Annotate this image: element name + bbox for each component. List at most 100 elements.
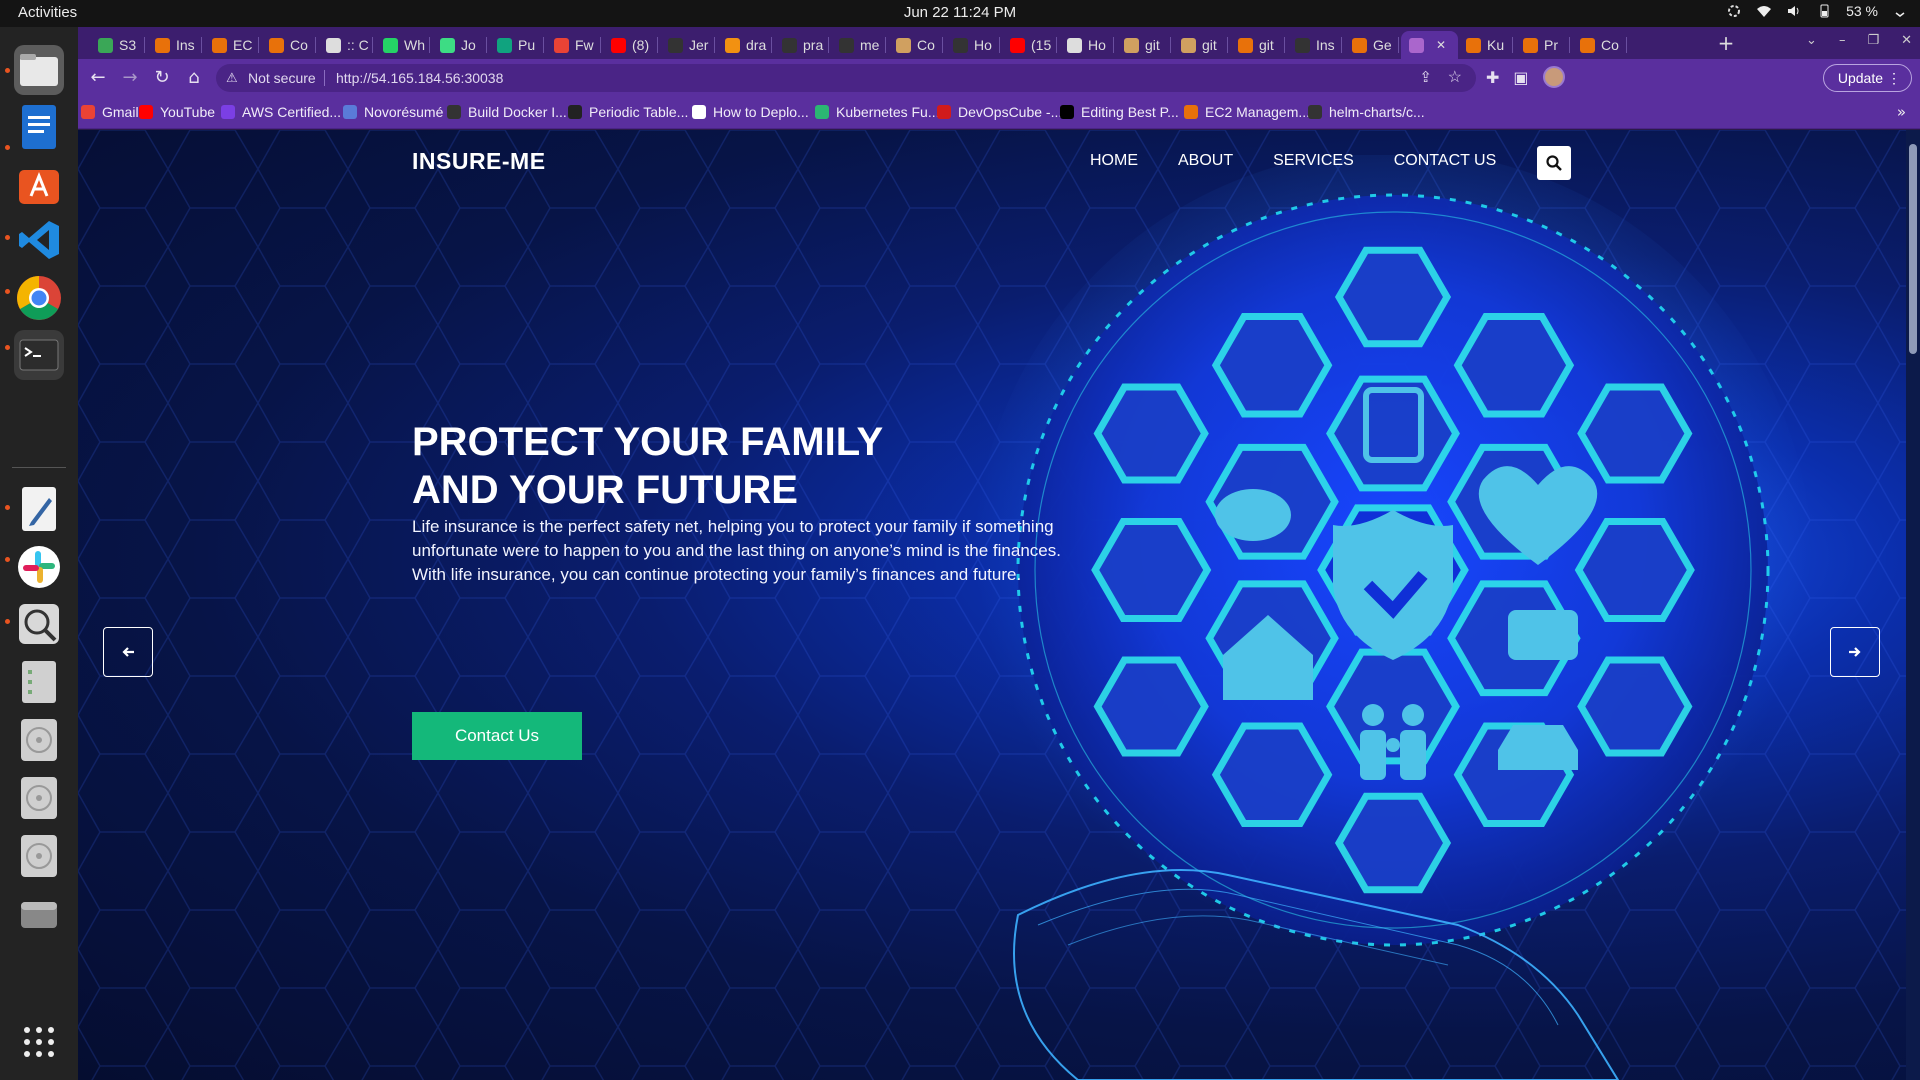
drive-icon[interactable] [14, 889, 64, 939]
bookmark-item[interactable]: Periodic Table... [568, 104, 688, 120]
tab-separator [657, 37, 658, 53]
site-logo[interactable]: INSURE-ME [412, 148, 546, 175]
warning-icon[interactable]: ⚠ [226, 70, 238, 86]
browser-tab[interactable]: Jer [660, 31, 715, 59]
browser-tab[interactable]: Ge [1344, 31, 1399, 59]
tab-search-icon[interactable]: ⌄ [1806, 33, 1817, 48]
browser-tab[interactable]: (15 [1002, 31, 1057, 59]
nav-services[interactable]: SERVICES [1273, 152, 1354, 170]
bookmark-item[interactable]: helm-charts/c... [1308, 104, 1425, 120]
carousel-next-button[interactable] [1830, 627, 1880, 677]
browser-tab[interactable]: Ins [147, 31, 202, 59]
page-scrollbar[interactable] [1906, 130, 1920, 1080]
disk-drive-icon[interactable] [14, 715, 64, 765]
system-tray[interactable]: 53 % [1726, 3, 1908, 19]
bookmark-item[interactable]: DevOpsCube -... [937, 104, 1062, 120]
files-app-icon[interactable] [14, 45, 64, 95]
browser-tab[interactable]: Ho [945, 31, 1000, 59]
bookmark-item[interactable]: Kubernetes Fu... [815, 104, 940, 120]
browser-tab[interactable]: Jo [432, 31, 487, 59]
close-window-button[interactable]: ✕ [1901, 33, 1912, 48]
bookmark-star-icon[interactable]: ☆ [1448, 67, 1462, 87]
bookmarks-overflow-icon[interactable]: » [1897, 103, 1906, 121]
disk-drive-icon[interactable] [14, 831, 64, 881]
browser-tab[interactable]: Fw [546, 31, 601, 59]
more-menu-icon[interactable]: ⋮ [1887, 65, 1901, 91]
nav-contact-us[interactable]: CONTACT US [1394, 152, 1497, 170]
reload-button[interactable]: ↻ [150, 66, 174, 90]
browser-tab[interactable]: git [1173, 31, 1228, 59]
browser-tab[interactable]: Co [888, 31, 943, 59]
tab-separator [1341, 37, 1342, 53]
bookmark-favicon-icon [139, 105, 153, 119]
bookmark-item[interactable]: AWS Certified... [221, 104, 341, 120]
extensions-puzzle-icon[interactable]: ✚ [1486, 68, 1499, 87]
archive-app-icon[interactable] [14, 657, 64, 707]
maximize-button[interactable]: ❐ [1867, 33, 1879, 48]
wifi-icon [1757, 6, 1772, 17]
bookmark-item[interactable]: Novorésumé [343, 104, 443, 120]
browser-tab[interactable]: (8) [603, 31, 658, 59]
bookmark-item[interactable]: Build Docker I... [447, 104, 567, 120]
bookmark-item[interactable]: Editing Best P... [1060, 104, 1179, 120]
disk-drive-icon[interactable] [14, 773, 64, 823]
home-button[interactable]: ⌂ [182, 66, 206, 90]
dock [0, 27, 78, 1080]
carousel-prev-button[interactable] [103, 627, 153, 677]
browser-tab[interactable]: :: C [318, 31, 373, 59]
bookmark-item[interactable]: YouTube [139, 104, 215, 120]
slack-app-icon[interactable] [14, 542, 64, 592]
browser-tab[interactable]: Ku [1458, 31, 1513, 59]
contact-us-button[interactable]: Contact Us [412, 712, 582, 760]
screenshot-app-icon[interactable] [14, 599, 64, 649]
not-secure-label[interactable]: Not secure [248, 70, 316, 86]
new-tab-button[interactable]: + [1713, 31, 1739, 55]
browser-tab[interactable]: pra [774, 31, 829, 59]
bookmark-item[interactable]: How to Deplo... [692, 104, 809, 120]
browser-tab[interactable]: Wh [375, 31, 430, 59]
system-clock[interactable]: Jun 22 11:24 PM [0, 4, 1920, 21]
browser-tab[interactable]: Pr [1515, 31, 1570, 59]
address-bar[interactable]: ⚠ Not secure http://54.165.184.56:30038 … [216, 64, 1476, 92]
scrollbar-thumb[interactable] [1909, 144, 1917, 354]
side-panel-icon[interactable]: ▣ [1513, 68, 1528, 87]
browser-tab[interactable]: S3 [90, 31, 145, 59]
profile-avatar[interactable] [1542, 66, 1565, 88]
back-button[interactable]: ← [86, 66, 110, 90]
nav-home[interactable]: HOME [1090, 152, 1138, 170]
arrow-left-icon [122, 647, 134, 657]
browser-tab[interactable]: Co [1572, 31, 1627, 59]
update-button[interactable]: Update ⋮ [1822, 64, 1912, 92]
tab-active[interactable]: ✕ [1401, 31, 1458, 59]
browser-tab[interactable]: me [831, 31, 886, 59]
nav-about[interactable]: ABOUT [1178, 152, 1233, 170]
share-icon[interactable]: ⇪ [1419, 68, 1432, 86]
bookmark-item[interactable]: EC2 Managem... [1184, 104, 1310, 120]
browser-tab[interactable]: git [1230, 31, 1285, 59]
minimize-button[interactable]: – [1839, 33, 1846, 48]
site-search-button[interactable] [1537, 146, 1571, 180]
browser-tab[interactable]: git [1116, 31, 1171, 59]
writer-app-icon[interactable] [14, 102, 64, 152]
browser-tab[interactable]: dra [717, 31, 772, 59]
url-text[interactable]: http://54.165.184.56:30038 [336, 70, 503, 86]
browser-tab[interactable]: Ho [1059, 31, 1114, 59]
color-picker-icon [1728, 5, 1741, 17]
close-tab-icon[interactable]: ✕ [1436, 38, 1446, 52]
tab-title: Fw [575, 37, 594, 53]
software-center-icon[interactable] [14, 159, 64, 209]
browser-tab[interactable]: EC [204, 31, 259, 59]
terminal-app-icon[interactable] [14, 330, 64, 380]
show-apps-grid-icon[interactable] [14, 1017, 64, 1067]
forward-button[interactable]: → [118, 66, 142, 90]
tab-title: dra [746, 37, 767, 53]
bookmark-favicon-icon [815, 105, 829, 119]
vscode-app-icon[interactable] [14, 215, 64, 265]
browser-tab[interactable]: Pu [489, 31, 544, 59]
browser-tab[interactable]: Ins [1287, 31, 1342, 59]
bookmark-item[interactable]: Gmail [81, 104, 139, 120]
browser-tab[interactable]: Co [261, 31, 316, 59]
text-editor-app-icon[interactable] [14, 484, 64, 534]
chrome-app-icon[interactable] [14, 273, 64, 323]
tab-title: Co [290, 37, 308, 53]
